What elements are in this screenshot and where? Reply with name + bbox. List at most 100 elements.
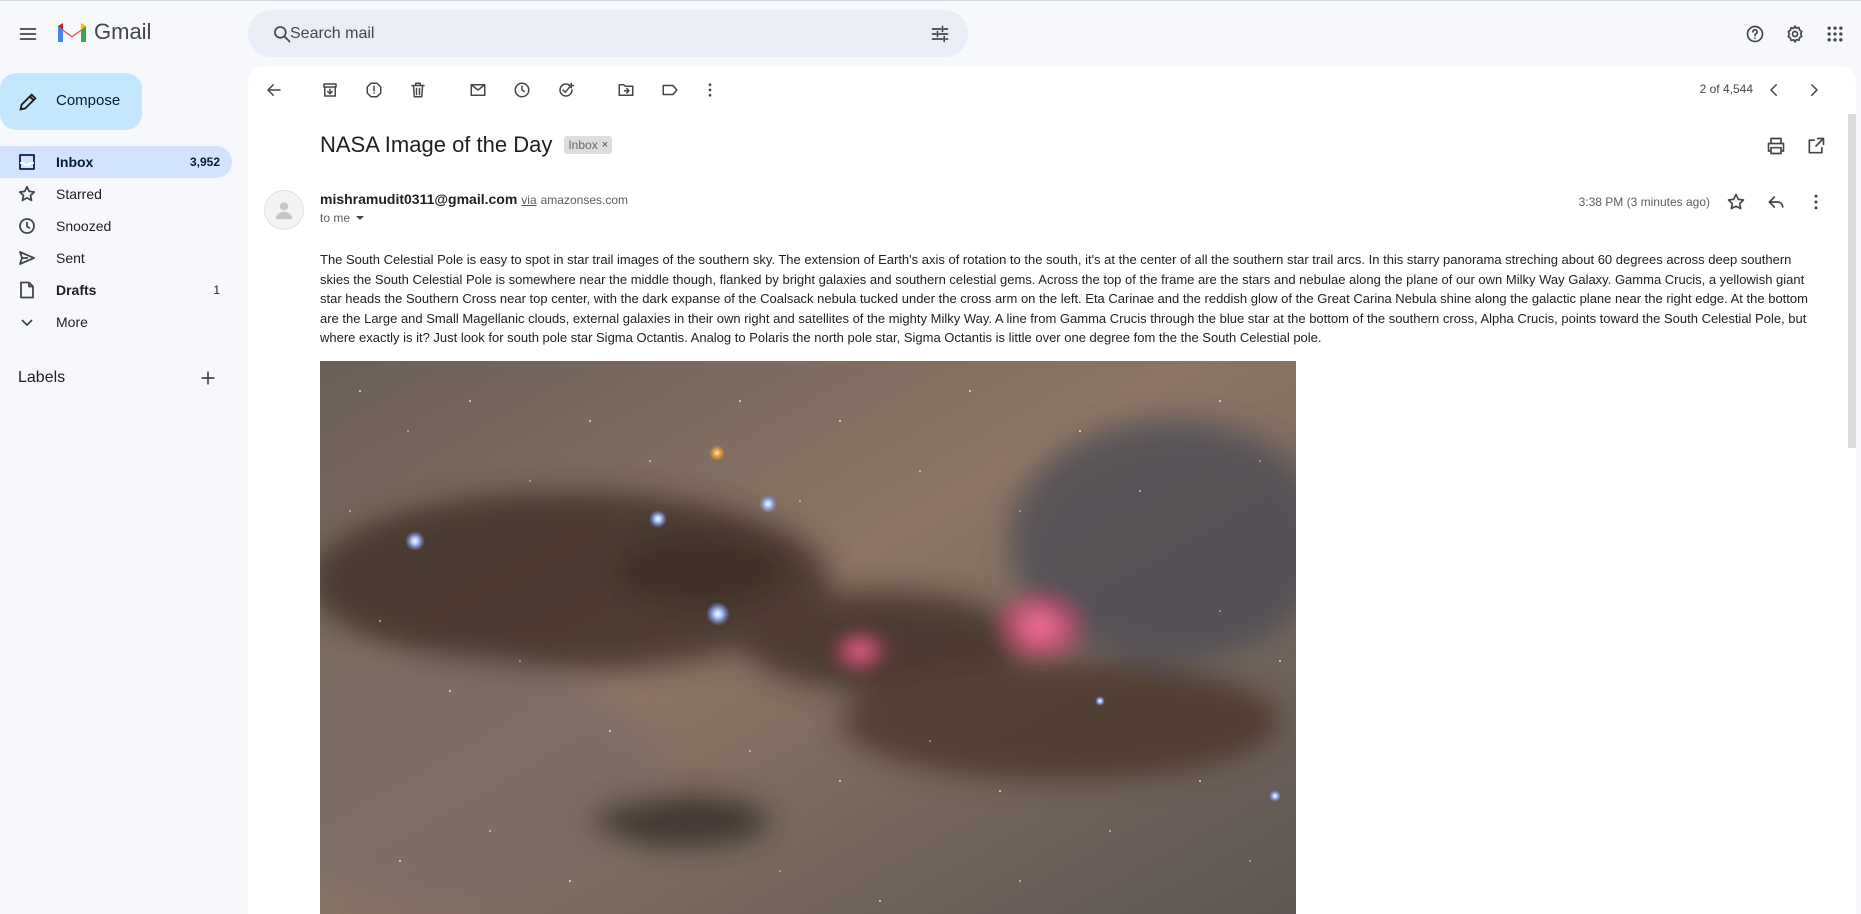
arrow-back-icon	[267, 84, 281, 96]
milky-way-image	[320, 361, 1296, 914]
apps-button[interactable]	[1815, 14, 1855, 54]
chevron-left-icon	[1770, 84, 1777, 96]
person-icon	[275, 202, 293, 220]
mail-icon	[470, 84, 486, 96]
sidebar-item-inbox[interactable]: Inbox 3,952	[0, 146, 232, 178]
sender-line: mishramudit0311@gmail.com via amazonses.…	[320, 191, 628, 207]
add-to-tasks-button[interactable]	[546, 70, 586, 110]
support-button[interactable]	[1735, 14, 1775, 54]
search-input[interactable]	[290, 10, 850, 57]
back-button[interactable]	[254, 70, 294, 110]
caret-down-icon	[356, 216, 365, 220]
open-in-new-icon	[1808, 137, 1825, 154]
trash-icon	[411, 82, 425, 98]
apps-grid-icon	[1827, 26, 1843, 42]
pencil-icon	[19, 93, 37, 111]
label-icon	[662, 84, 678, 96]
archive-icon	[323, 83, 337, 97]
sender-avatar[interactable]	[264, 190, 304, 230]
search-bar	[248, 10, 968, 57]
older-button[interactable]	[1794, 70, 1834, 110]
labels-heading: Labels	[18, 369, 66, 386]
subject-actions	[1756, 126, 1836, 166]
open-new-window-button[interactable]	[1796, 126, 1836, 166]
chip-label: Inbox	[568, 138, 598, 152]
tune-icon	[931, 25, 949, 43]
chevron-right-icon	[1811, 84, 1818, 96]
inbox-count: 3,952	[189, 155, 220, 169]
labels-header: Labels	[18, 364, 228, 392]
sidebar-item-more[interactable]: More	[0, 306, 232, 338]
star-button[interactable]	[1716, 182, 1756, 222]
via-link[interactable]: via	[521, 193, 536, 207]
recipient-details[interactable]: to me	[320, 211, 366, 225]
sidebar-item-starred[interactable]: Starred	[0, 178, 232, 210]
sender-email[interactable]: mishramudit0311@gmail.com	[320, 191, 517, 207]
nav-list: Inbox 3,952 Starred Snoozed Sent Drafts …	[0, 146, 232, 338]
newer-button[interactable]	[1754, 70, 1794, 110]
subject-row: NASA Image of the Day Inbox ×	[320, 132, 613, 158]
remove-label-icon[interactable]: ×	[602, 139, 608, 151]
folder-move-icon	[618, 84, 634, 96]
report-spam-button[interactable]	[354, 70, 394, 110]
scrollbar-thumb[interactable]	[1848, 114, 1856, 448]
compose-button[interactable]: Compose	[0, 73, 142, 130]
message-time: 3:38 PM (3 minutes ago)	[1578, 195, 1710, 209]
star-icon	[1727, 193, 1745, 210]
sidebar-item-snoozed[interactable]: Snoozed	[0, 210, 232, 242]
sidebar: Compose Inbox 3,952 Starred Snoozed Sent…	[0, 66, 240, 914]
via-domain: amazonses.com	[540, 193, 628, 207]
sidebar-item-sent[interactable]: Sent	[0, 242, 232, 274]
sidebar-item-drafts[interactable]: Drafts 1	[0, 274, 232, 306]
message-toolbar: 2 of 4,544	[248, 66, 1856, 114]
compose-label: Compose	[56, 92, 121, 109]
reply-button[interactable]	[1756, 182, 1796, 222]
hamburger-menu-icon	[19, 28, 37, 40]
scrollbar[interactable]	[1846, 114, 1856, 914]
delete-button[interactable]	[398, 70, 438, 110]
snooze-button[interactable]	[502, 70, 542, 110]
chevron-down-icon	[18, 313, 36, 331]
top-bar: Gmail	[0, 0, 1861, 66]
sidebar-item-label: Starred	[56, 186, 102, 202]
clock-icon	[514, 82, 530, 98]
message-view: 2 of 4,544 NASA Image of the Day Inbox ×…	[248, 66, 1856, 914]
draft-icon	[18, 281, 36, 299]
report-icon	[366, 82, 382, 98]
star-icon	[18, 185, 36, 203]
email-subject: NASA Image of the Day	[320, 132, 553, 157]
print-button[interactable]	[1756, 126, 1796, 166]
settings-button[interactable]	[1775, 14, 1815, 54]
recipient-text: to me	[320, 211, 351, 225]
starfield-illustration	[320, 361, 1296, 914]
search-options-button[interactable]	[920, 14, 960, 54]
archive-button[interactable]	[310, 70, 350, 110]
help-icon	[1746, 25, 1764, 43]
add-task-icon	[559, 82, 575, 97]
inbox-label-chip: Inbox ×	[564, 136, 613, 154]
send-icon	[18, 249, 36, 267]
reply-icon	[1768, 196, 1784, 208]
email-body: The South Celestial Pole is easy to spot…	[320, 252, 1808, 345]
drafts-count: 1	[213, 283, 220, 297]
inbox-icon	[18, 153, 36, 171]
sidebar-item-label: Snoozed	[56, 218, 112, 234]
pager-text: 2 of 4,544	[1699, 82, 1753, 96]
message-meta: 3:38 PM (3 minutes ago)	[1579, 182, 1836, 222]
sidebar-item-label: More	[56, 314, 88, 330]
gmail-m-icon	[58, 23, 86, 42]
gmail-logo[interactable]: Gmail	[56, 19, 151, 45]
labels-button[interactable]	[650, 70, 690, 110]
sidebar-item-label: Inbox	[56, 154, 94, 170]
more-options-button[interactable]	[690, 70, 730, 110]
plus-icon	[201, 371, 215, 385]
move-to-button[interactable]	[606, 70, 646, 110]
create-label-button[interactable]	[188, 358, 228, 398]
message-more-button[interactable]	[1796, 182, 1836, 222]
sidebar-item-label: Sent	[56, 250, 85, 266]
print-icon	[1767, 137, 1785, 155]
main-menu-button[interactable]	[8, 14, 48, 54]
mark-unread-button[interactable]	[458, 70, 498, 110]
clock-icon	[18, 217, 36, 235]
search-icon	[274, 26, 291, 43]
